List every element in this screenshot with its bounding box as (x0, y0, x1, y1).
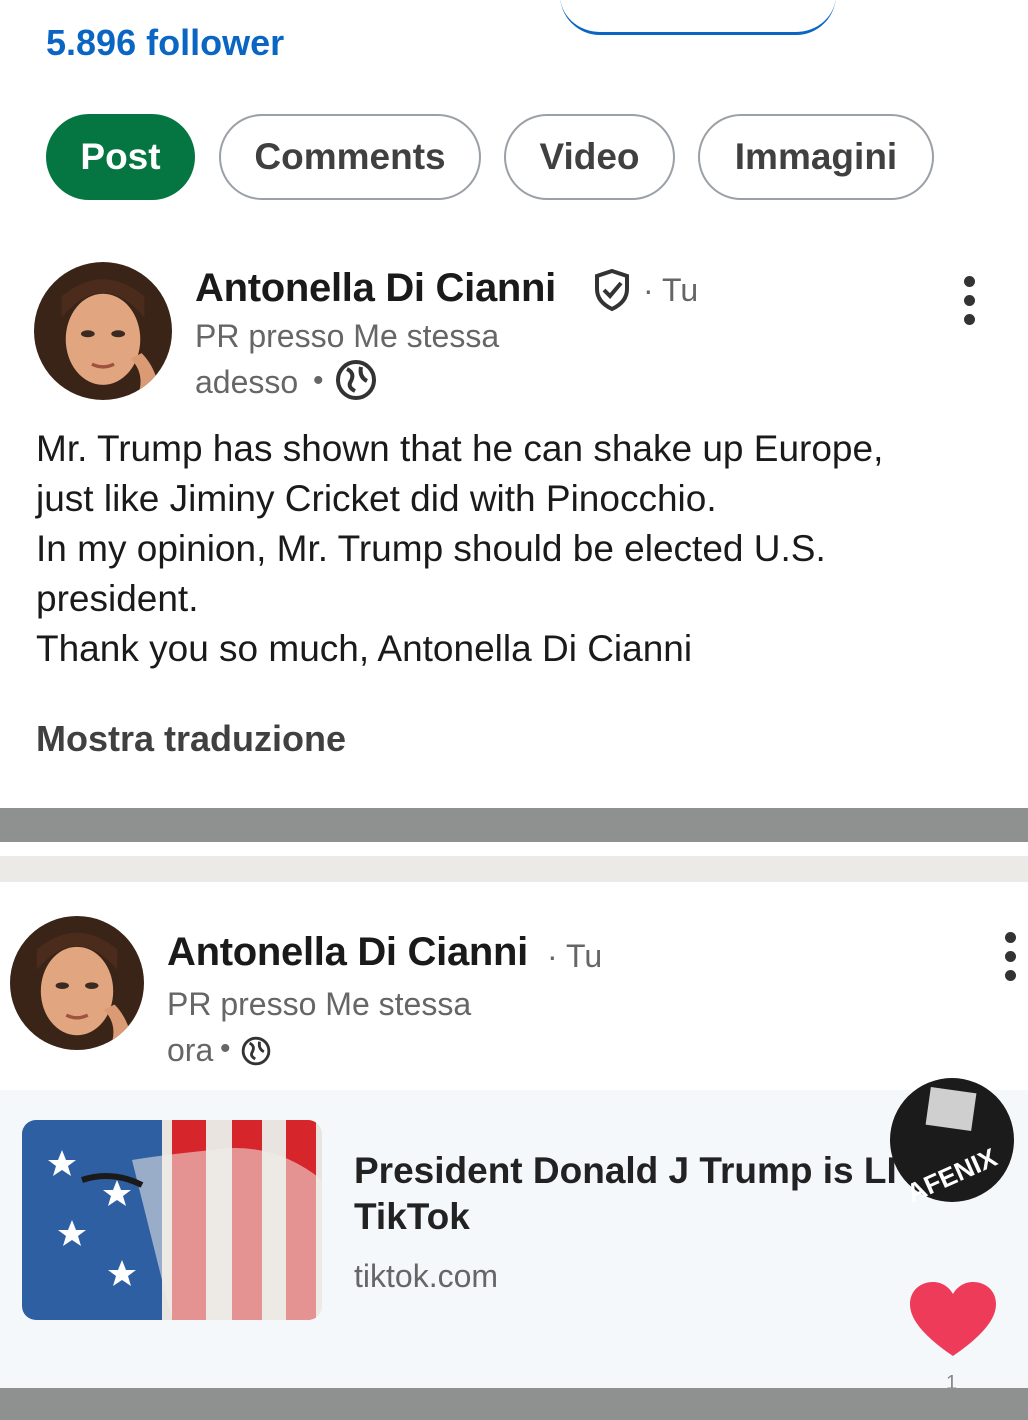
heart-reaction-icon[interactable] (908, 1280, 998, 1360)
author-headline: PR presso Me stessa (167, 986, 472, 1022)
feed-divider-light (0, 856, 1028, 882)
follower-count[interactable]: 5.896 follower (46, 22, 284, 64)
post-author-name[interactable]: Antonella Di Cianni (167, 930, 528, 975)
globe-icon (241, 1036, 271, 1066)
meta-dot: • (220, 1032, 231, 1065)
author-relation: · Tu (547, 938, 603, 974)
link-thumbnail[interactable] (22, 1120, 322, 1320)
tab-post[interactable]: Post (46, 114, 195, 200)
feed-divider (0, 1388, 1028, 1420)
post-options-icon[interactable] (964, 276, 976, 325)
globe-icon (335, 359, 377, 401)
post-body: Mr. Trump has shown that he can shake up… (36, 424, 996, 674)
post-author-name[interactable]: Antonella Di Cianni (195, 266, 556, 311)
top-action-button-edge[interactable] (560, 0, 836, 35)
post-body-line: just like Jiminy Cricket did with Pinocc… (36, 478, 717, 519)
post-body-line: Mr. Trump has shown that he can shake up… (36, 428, 884, 469)
link-title-line: President Donald J Trump is LI (354, 1150, 897, 1191)
tab-comments[interactable]: Comments (219, 114, 481, 200)
post-time: ora (167, 1032, 214, 1068)
author-avatar[interactable] (34, 262, 172, 400)
link-title-line: TikTok (354, 1196, 470, 1237)
show-translation-link[interactable]: Mostra traduzione (36, 718, 346, 760)
author-relation: · Tu (643, 272, 699, 308)
post-body-line: president. (36, 578, 199, 619)
post-body-line: In my opinion, Mr. Trump should be elect… (36, 528, 826, 569)
post-body-line: Thank you so much, Antonella Di Cianni (36, 628, 693, 669)
post-options-icon[interactable] (1005, 932, 1017, 981)
link-title[interactable]: President Donald J Trump is LI TikTok (354, 1148, 914, 1240)
tab-immagini[interactable]: Immagini (698, 114, 934, 200)
tab-video[interactable]: Video (504, 114, 675, 200)
link-domain: tiktok.com (354, 1258, 499, 1294)
author-avatar[interactable] (10, 916, 144, 1050)
afenix-watermark-logo: AFENIX (888, 1076, 1016, 1208)
feed-divider (0, 808, 1028, 842)
meta-dot: • (313, 364, 324, 397)
author-headline: PR presso Me stessa (195, 318, 500, 354)
verified-shield-icon (592, 268, 632, 312)
post-time: adesso (195, 364, 299, 400)
